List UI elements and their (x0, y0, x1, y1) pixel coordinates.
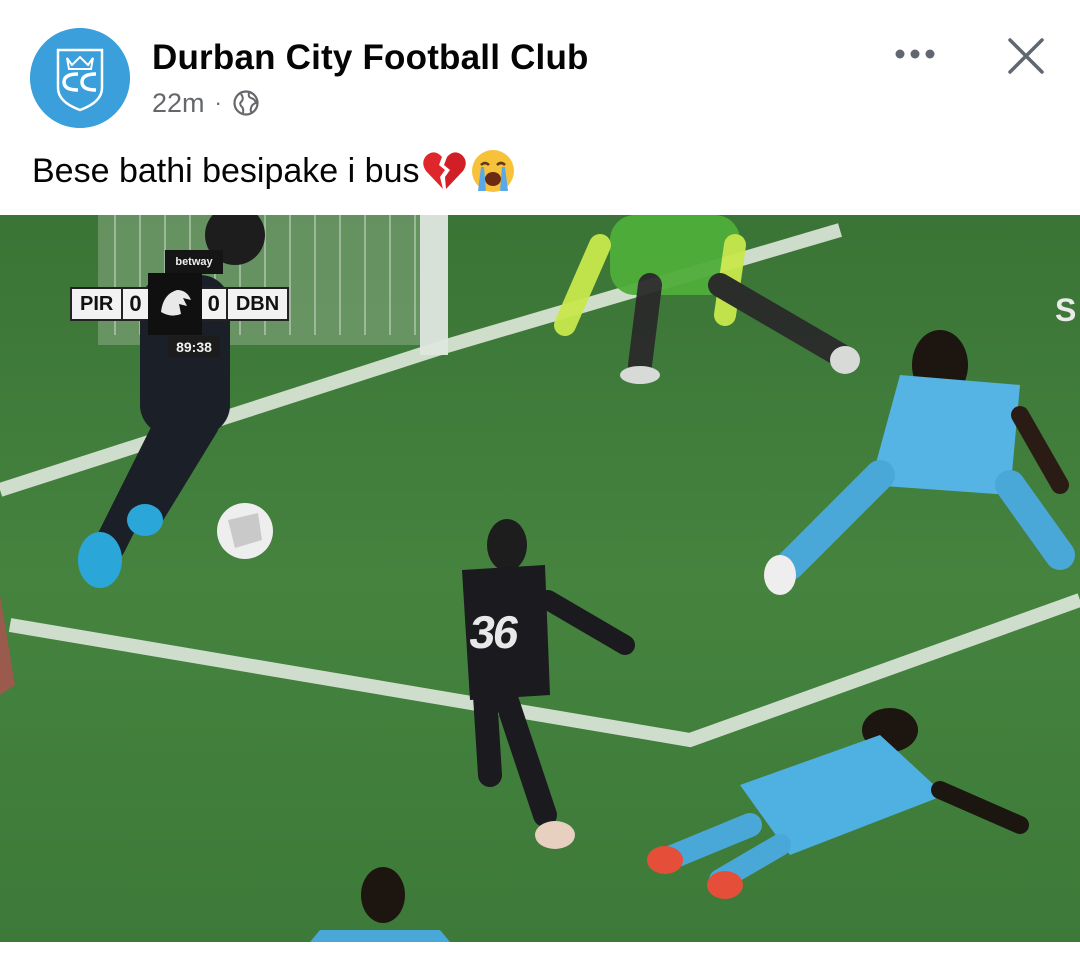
away-team: DBN (225, 287, 290, 321)
more-options-icon (895, 49, 935, 59)
scoreboard: PIR 0 0 DBN (70, 273, 290, 335)
caption-text: Bese bathi besipake i bus (32, 151, 420, 190)
match-clock: 89:38 (168, 336, 220, 358)
page-name[interactable]: Durban City Football Club (152, 38, 589, 78)
home-score: 0 (123, 287, 148, 321)
globe-icon (232, 89, 260, 117)
scoreboard-sponsor: betway (165, 250, 223, 274)
post-meta: 22m · (152, 86, 260, 120)
post-header: Durban City Football Club 22m · (0, 0, 1080, 140)
post-caption: Bese bathi besipake i bus (32, 146, 517, 196)
club-crest-icon (30, 28, 130, 128)
meta-separator: · (214, 90, 222, 115)
broken-heart-emoji (421, 149, 467, 193)
timestamp[interactable]: 22m (152, 88, 205, 119)
post-media[interactable]: betway PIR 0 0 DBN 89:38 36 S (0, 215, 1080, 942)
loudly-crying-face-emoji (469, 147, 517, 195)
more-options-button[interactable] (888, 34, 942, 74)
edge-letter: S (1055, 292, 1077, 328)
close-button[interactable] (998, 28, 1054, 84)
jersey-number: 36 (466, 606, 521, 658)
away-score: 0 (201, 287, 226, 321)
home-team: PIR (70, 287, 124, 321)
close-icon (1008, 38, 1044, 74)
page-avatar[interactable] (30, 28, 130, 128)
league-crest-icon (147, 273, 202, 335)
